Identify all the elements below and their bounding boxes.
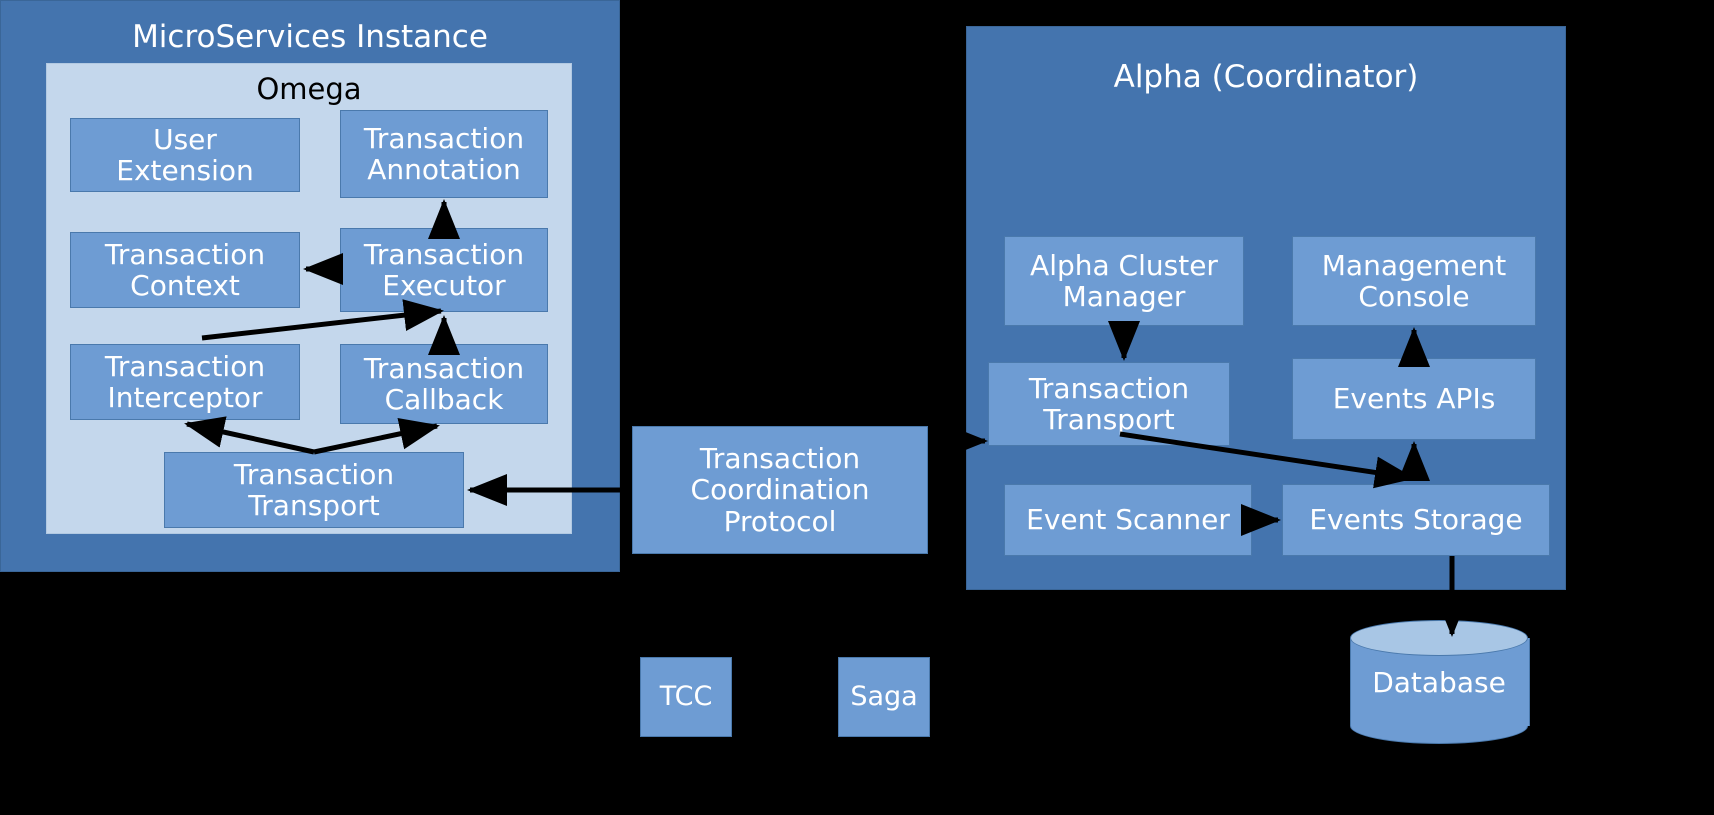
node-label: Transaction Callback	[363, 351, 525, 416]
node-saga[interactable]: Saga	[838, 657, 930, 737]
node-label: Event Scanner	[1026, 503, 1230, 537]
node-transaction-callback[interactable]: Transaction Callback	[340, 344, 548, 424]
node-transaction-annotation[interactable]: Transaction Annotation	[340, 110, 548, 198]
node-event-scanner[interactable]: Event Scanner	[1004, 484, 1252, 556]
node-label: Transaction Coordination Protocol	[690, 441, 870, 538]
alpha-coordinator-title: Alpha (Coordinator)	[1113, 59, 1419, 95]
node-label: Alpha Cluster Manager	[1030, 248, 1218, 313]
node-label: Transaction Interceptor	[104, 349, 266, 414]
node-label: Transaction Context	[104, 237, 266, 302]
node-label: Events Storage	[1309, 503, 1523, 537]
node-events-apis[interactable]: Events APIs	[1292, 358, 1536, 440]
node-alpha-cluster-manager[interactable]: Alpha Cluster Manager	[1004, 236, 1244, 326]
node-label: Transaction Transport	[1028, 371, 1190, 436]
node-user-extension[interactable]: User Extension	[70, 118, 300, 192]
node-transaction-context[interactable]: Transaction Context	[70, 232, 300, 308]
node-transaction-coordination-protocol[interactable]: Transaction Coordination Protocol	[632, 426, 928, 554]
node-tcc[interactable]: TCC	[640, 657, 732, 737]
node-omega-transaction-transport[interactable]: Transaction Transport	[164, 452, 464, 528]
diagram-canvas: MicroServices Instance Omega User Extens…	[0, 0, 1714, 815]
microservices-instance-title: MicroServices Instance	[132, 19, 488, 55]
node-transaction-interceptor[interactable]: Transaction Interceptor	[70, 344, 300, 420]
node-label: Transaction Executor	[363, 237, 525, 302]
node-label: Transaction Transport	[233, 457, 395, 522]
node-management-console[interactable]: Management Console	[1292, 236, 1536, 326]
node-label: Saga	[850, 680, 918, 712]
database-label: Database	[1372, 665, 1506, 699]
node-transaction-executor[interactable]: Transaction Executor	[340, 228, 548, 312]
node-label: TCC	[659, 680, 713, 712]
node-alpha-transaction-transport[interactable]: Transaction Transport	[988, 362, 1230, 446]
node-label: Events APIs	[1332, 382, 1496, 416]
omega-title: Omega	[256, 72, 362, 106]
node-label: User Extension	[116, 122, 254, 187]
node-label: Management Console	[1321, 248, 1507, 313]
node-label: Transaction Annotation	[363, 121, 525, 186]
database-cylinder[interactable]: Database	[1350, 620, 1530, 744]
node-events-storage[interactable]: Events Storage	[1282, 484, 1550, 556]
